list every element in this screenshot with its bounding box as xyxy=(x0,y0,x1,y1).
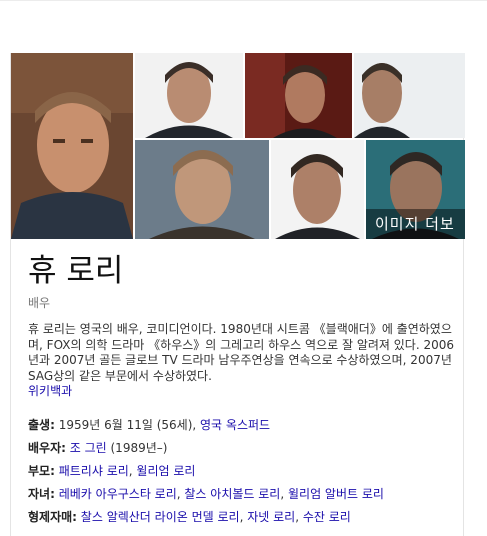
fact-spouse-label: 배우자: xyxy=(28,441,66,455)
photo-6[interactable] xyxy=(271,140,364,239)
photo-4[interactable] xyxy=(354,53,465,138)
facts-list: 출생: 1959년 6월 11일 (56세), 영국 옥스퍼드 배우자: 조 그… xyxy=(28,414,458,529)
fact-siblings-label: 형제자매: xyxy=(28,510,77,524)
fact-born: 출생: 1959년 6월 11일 (56세), 영국 옥스퍼드 xyxy=(28,414,458,437)
wikipedia-link[interactable]: 위키백과 xyxy=(28,384,72,398)
description-text: 휴 로리는 영국의 배우, 코미디언이다. 1980년대 시트콤 《블랙애더》에… xyxy=(28,322,455,383)
fact-born-text: 1959년 6월 11일 (56세), xyxy=(54,418,201,432)
top-divider xyxy=(0,0,487,1)
fact-spouse: 배우자: 조 그린 (1989년–) xyxy=(28,437,458,460)
fact-parents: 부모: 패트리샤 로리, 윌리엄 로리 xyxy=(28,464,196,478)
fact-born-label: 출생: xyxy=(28,418,55,432)
photo-7[interactable]: 이미지 더보기 xyxy=(366,140,465,239)
fact-siblings: 형제자매: 찰스 알렉산더 라이온 먼델 로리, 자넷 로리, 수잔 로리 xyxy=(28,510,351,524)
photo-2[interactable] xyxy=(135,53,243,138)
photo-main[interactable] xyxy=(11,53,133,239)
image-grid: 이미지 더보기 xyxy=(11,53,465,239)
fact-children: 자녀: 레베카 아우구스타 로리, 찰스 아치볼드 로리, 윌리엄 알버트 로리 xyxy=(28,487,384,501)
entity-description: 휴 로리는 영국의 배우, 코미디언이다. 1980년대 시트콤 《블랙애더》에… xyxy=(28,322,458,400)
parent-link-1[interactable]: 패트리샤 로리 xyxy=(59,464,129,478)
sibling-link-3[interactable]: 수잔 로리 xyxy=(303,510,351,524)
entity-subtitle: 배우 xyxy=(28,296,51,310)
photo-3[interactable] xyxy=(245,53,352,138)
entity-title: 휴 로리 xyxy=(28,253,124,289)
sibling-link-2[interactable]: 자넷 로리 xyxy=(247,510,295,524)
fact-parents-label: 부모: xyxy=(28,464,55,478)
knowledge-panel: 이미지 더보기 휴 로리 배우 휴 로리는 영국의 배우, 코미디언이다. 19… xyxy=(10,53,465,536)
parent-link-2[interactable]: 윌리엄 로리 xyxy=(136,464,195,478)
spouse-link[interactable]: 조 그린 xyxy=(70,441,107,455)
fact-spouse-text: (1989년–) xyxy=(106,441,168,455)
birthplace-link[interactable]: 영국 옥스퍼드 xyxy=(200,418,270,432)
photo-5[interactable] xyxy=(135,140,269,239)
child-link-1[interactable]: 레베카 아우구스타 로리 xyxy=(59,487,177,501)
more-images-button[interactable]: 이미지 더보기 xyxy=(366,209,465,239)
child-link-2[interactable]: 찰스 아치볼드 로리 xyxy=(184,487,280,501)
sibling-link-1[interactable]: 찰스 알렉산더 라이온 먼델 로리 xyxy=(81,510,240,524)
child-link-3[interactable]: 윌리엄 알버트 로리 xyxy=(288,487,384,501)
fact-children-label: 자녀: xyxy=(28,487,55,501)
